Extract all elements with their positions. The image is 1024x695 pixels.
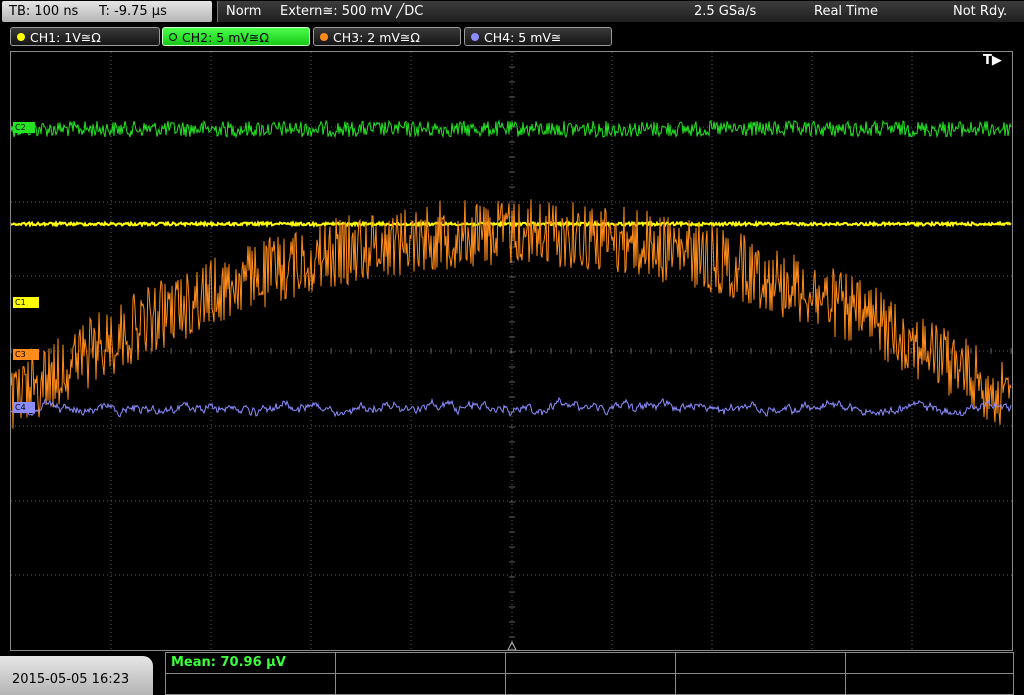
ch3-trace [11,199,1012,429]
trigger-marker[interactable]: T▶ [983,53,1002,68]
meas-cell-2[interactable] [336,653,506,674]
ch2-marker-label: C2 [15,123,26,132]
meas-cell-9[interactable] [676,674,846,695]
graticule [11,52,1012,650]
meas-cell-5[interactable] [846,653,1013,674]
meas-cell-4[interactable] [676,653,846,674]
ch3-ground-marker[interactable]: C3 [13,349,39,360]
timebase-box[interactable]: TB: 100 ns T: -9.75 µs [2,1,212,22]
acquisition-strip: Norm Extern≅: 500 mV ╱DC 2.5 GSa/s Real … [217,1,1024,22]
timebase-value: TB: 100 ns [9,4,79,19]
ch4-trace [11,396,1012,418]
tab-ch3[interactable]: CH3: 2 mV≅Ω [313,27,461,46]
meas-cell-7[interactable] [336,674,506,695]
waveform-display[interactable]: C1 C3 C2 C4 T▶ [10,51,1013,651]
ch1-dot-icon [17,33,25,41]
tab-ch4-label: CH4: 5 mV≅ [484,30,562,45]
trigger-time-value: T: -9.75 µs [99,4,167,19]
ch2-ground-marker[interactable]: C2 [13,122,35,133]
waveform-canvas[interactable] [11,52,1012,650]
ch1-ground-marker[interactable]: C1 [13,297,39,308]
meas-cell-6[interactable] [166,674,336,695]
ch2-trace [11,119,1012,139]
meas-cell-8[interactable] [506,674,676,695]
ch4-ground-marker[interactable]: C4 [13,402,35,413]
ch1-marker-label: C1 [15,298,26,307]
ch3-dot-icon [320,33,328,41]
status-bar: TB: 100 ns T: -9.75 µs Norm Extern≅: 500… [0,0,1024,24]
sample-rate[interactable]: 2.5 GSa/s [694,1,756,22]
tab-ch1-label: CH1: 1V≅Ω [30,30,101,45]
meas-cell-10[interactable] [846,674,1013,695]
tab-ch4[interactable]: CH4: 5 mV≅ [464,27,612,46]
run-status: Not Rdy. [953,4,1008,19]
ch4-marker-label: C4 [15,403,26,412]
tab-ch2[interactable]: CH2: 5 mV≅Ω [162,27,310,46]
ch1-trace [11,219,1012,229]
ch4-dot-icon [471,33,479,41]
trigger-mode[interactable]: Norm [226,1,261,22]
tab-ch2-label: CH2: 5 mV≅Ω [182,30,269,45]
acquisition-mode[interactable]: Real Time [814,1,878,22]
mean-measurement: Mean: 70.96 µV [171,655,286,670]
datetime-box: 2015-05-05 16:23 [0,656,153,695]
datetime-text: 2015-05-05 16:23 [12,672,130,687]
trigger-source[interactable]: Extern≅: 500 mV ╱DC [280,1,423,22]
ch3-marker-label: C3 [15,350,26,359]
measurement-panel[interactable]: Mean: 70.96 µV [165,652,1014,695]
tab-ch1[interactable]: CH1: 1V≅Ω [10,27,160,46]
tab-ch3-label: CH3: 2 mV≅Ω [333,30,420,45]
meas-cell-3[interactable] [506,653,676,674]
ch2-dot-icon [169,33,177,41]
